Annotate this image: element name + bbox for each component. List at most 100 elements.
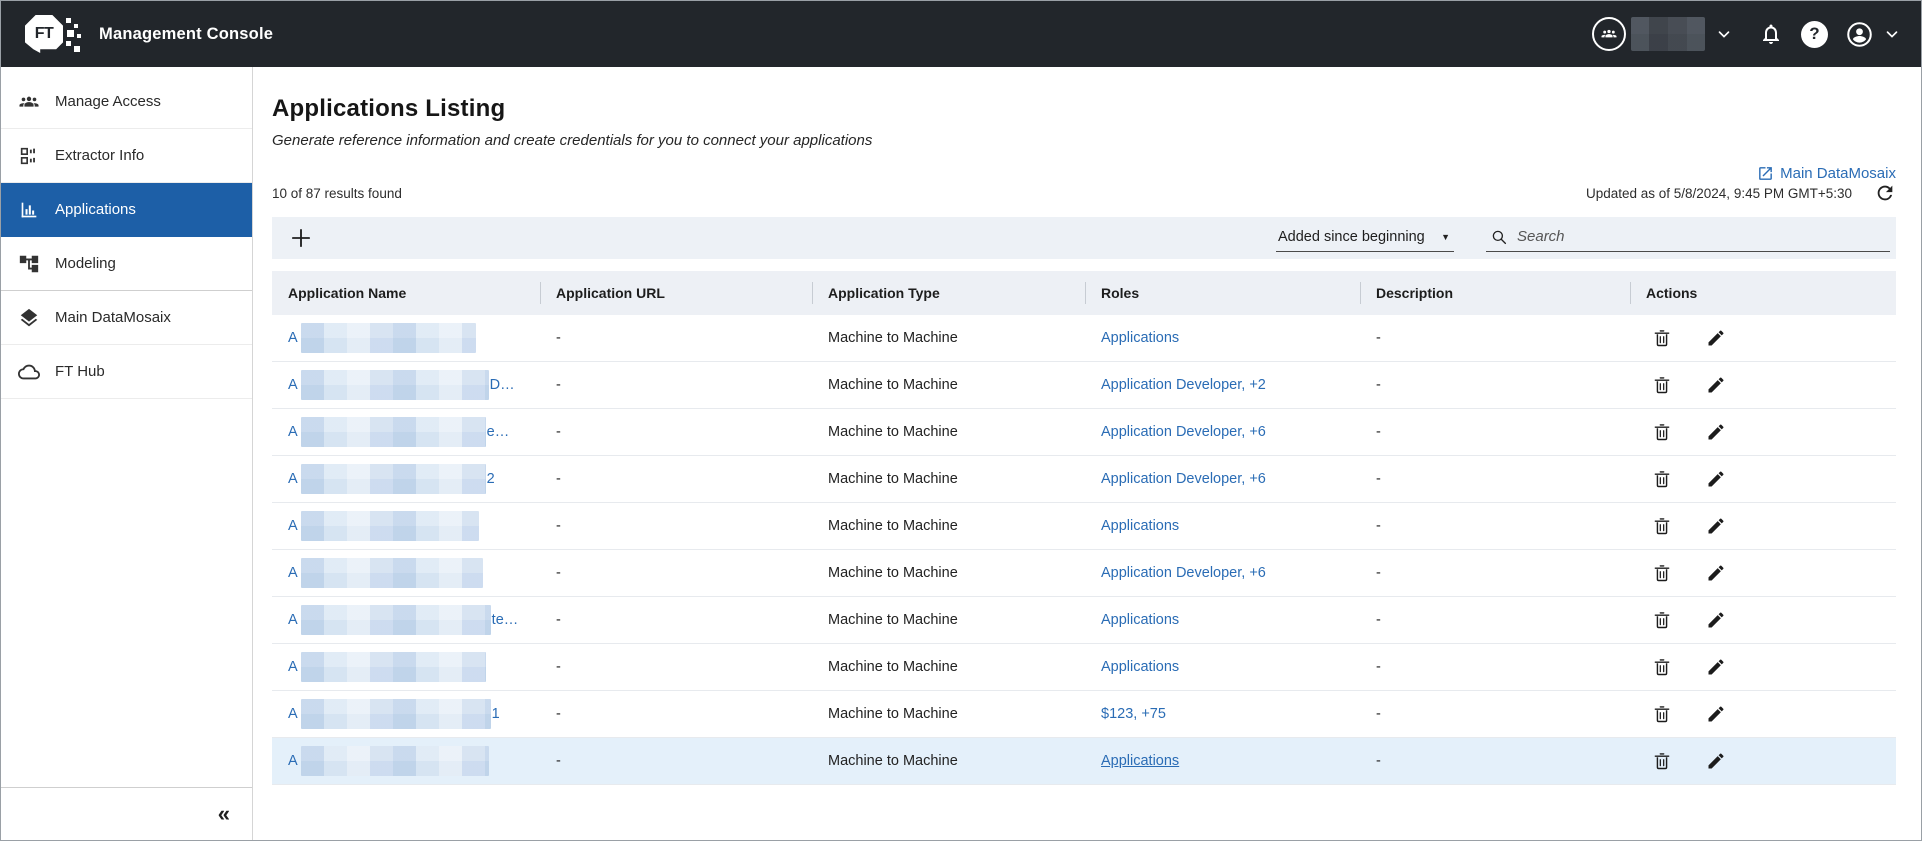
organization-icon[interactable]	[1592, 17, 1626, 51]
edit-button[interactable]	[1706, 328, 1726, 348]
trash-icon	[1652, 375, 1672, 395]
delete-button[interactable]	[1652, 516, 1672, 536]
page-title: Applications Listing	[272, 95, 1896, 123]
application-name-link[interactable]: A 2	[288, 464, 495, 494]
application-name-link[interactable]: A D…	[288, 370, 515, 400]
refresh-button[interactable]	[1874, 182, 1896, 204]
actions-cell	[1630, 610, 1896, 630]
add-application-button[interactable]	[288, 225, 314, 251]
roles-link[interactable]: Applications	[1101, 330, 1179, 346]
sidebar-item-modeling[interactable]: Modeling	[1, 237, 252, 291]
edit-button[interactable]	[1706, 563, 1726, 583]
pencil-icon	[1706, 610, 1726, 630]
redacted-application-name	[301, 511, 479, 541]
application-name-cell: A D…	[272, 370, 540, 400]
application-url-cell: -	[540, 706, 812, 722]
description-cell: -	[1360, 471, 1630, 487]
filter-selected-value: Added since beginning	[1278, 229, 1425, 245]
delete-button[interactable]	[1652, 751, 1672, 771]
delete-button[interactable]	[1652, 610, 1672, 630]
roles-link[interactable]: Applications	[1101, 518, 1179, 534]
sidebar: Manage Access Extractor Info Application…	[1, 67, 253, 840]
application-url-cell: -	[540, 753, 812, 769]
redacted-application-name	[301, 464, 486, 494]
application-name-cell: A	[272, 323, 540, 353]
description-cell: -	[1360, 424, 1630, 440]
roles-cell: Application Developer, +6	[1085, 565, 1360, 581]
edit-button[interactable]	[1706, 610, 1726, 630]
roles-link[interactable]: Application Developer, +6	[1101, 565, 1266, 581]
description-cell: -	[1360, 377, 1630, 393]
pencil-icon	[1706, 563, 1726, 583]
roles-link[interactable]: Application Developer, +2	[1101, 377, 1266, 393]
delete-button[interactable]	[1652, 657, 1672, 677]
people-icon	[18, 91, 40, 113]
application-name-link[interactable]: A	[288, 746, 490, 776]
application-type-cell: Machine to Machine	[812, 706, 1085, 722]
edit-button[interactable]	[1706, 751, 1726, 771]
edit-button[interactable]	[1706, 469, 1726, 489]
sidebar-item-manage-access[interactable]: Manage Access	[1, 75, 252, 129]
help-icon[interactable]: ?	[1801, 21, 1828, 48]
column-header-roles: Roles	[1085, 271, 1360, 315]
delete-button[interactable]	[1652, 422, 1672, 442]
application-name-link[interactable]: A e…	[288, 417, 509, 447]
ft-logo: FT	[21, 10, 85, 58]
sidebar-item-applications[interactable]: Applications	[1, 183, 252, 237]
search-input[interactable]	[1517, 228, 1888, 245]
sidebar-item-main-datamosaix[interactable]: Main DataMosaix	[1, 291, 252, 345]
account-icon[interactable]	[1846, 21, 1873, 48]
roles-cell: Application Developer, +2	[1085, 377, 1360, 393]
application-name-link[interactable]: A	[288, 323, 477, 353]
delete-button[interactable]	[1652, 469, 1672, 489]
sidebar-item-extractor-info[interactable]: Extractor Info	[1, 129, 252, 183]
roles-link[interactable]: Application Developer, +6	[1101, 424, 1266, 440]
edit-button[interactable]	[1706, 704, 1726, 724]
edit-button[interactable]	[1706, 516, 1726, 536]
delete-button[interactable]	[1652, 375, 1672, 395]
application-type-cell: Machine to Machine	[812, 330, 1085, 346]
roles-link[interactable]: Applications	[1101, 612, 1179, 628]
application-name-link[interactable]: A	[288, 652, 487, 682]
main-datamosaix-link[interactable]: Main DataMosaix	[1757, 165, 1896, 182]
delete-button[interactable]	[1652, 328, 1672, 348]
added-since-filter-select[interactable]: Added since beginning ▼	[1276, 225, 1454, 252]
application-name-link[interactable]: A 1	[288, 699, 500, 729]
updated-timestamp: Updated as of 5/8/2024, 9:45 PM GMT+5:30	[1586, 186, 1852, 201]
org-chevron-down-icon[interactable]	[1715, 25, 1733, 43]
search-box	[1486, 225, 1890, 252]
edit-button[interactable]	[1706, 657, 1726, 677]
edit-button[interactable]	[1706, 375, 1726, 395]
trash-icon	[1652, 657, 1672, 677]
account-chevron-down-icon[interactable]	[1883, 25, 1901, 43]
column-header-application-name: Application Name	[272, 271, 540, 315]
application-name-link[interactable]: A te…	[288, 605, 518, 635]
application-name-cell: A 1	[272, 699, 540, 729]
application-type-cell: Machine to Machine	[812, 518, 1085, 534]
table-row: A - Machine to Machine Application Devel…	[272, 550, 1896, 597]
roles-link[interactable]: Applications	[1101, 753, 1179, 769]
roles-link[interactable]: Application Developer, +6	[1101, 471, 1266, 487]
application-url-cell: -	[540, 659, 812, 675]
roles-cell: Application Developer, +6	[1085, 424, 1360, 440]
delete-button[interactable]	[1652, 563, 1672, 583]
roles-cell: Application Developer, +6	[1085, 471, 1360, 487]
sidebar-item-ft-hub[interactable]: FT Hub	[1, 345, 252, 399]
notifications-icon[interactable]	[1759, 22, 1783, 46]
table-row: A - Machine to Machine Applications -	[272, 738, 1896, 785]
collapse-sidebar-button[interactable]: «	[218, 803, 230, 825]
sidebar-item-label: Main DataMosaix	[55, 309, 171, 326]
trash-icon	[1652, 704, 1672, 724]
edit-button[interactable]	[1706, 422, 1726, 442]
application-name-link[interactable]: A	[288, 558, 484, 588]
application-url-cell: -	[540, 424, 812, 440]
sidebar-item-label: Extractor Info	[55, 147, 144, 164]
trash-icon	[1652, 751, 1672, 771]
roles-link[interactable]: Applications	[1101, 659, 1179, 675]
roles-link[interactable]: $123, +75	[1101, 706, 1166, 722]
table-row: A - Machine to Machine Applications -	[272, 503, 1896, 550]
actions-cell	[1630, 704, 1896, 724]
description-cell: -	[1360, 565, 1630, 581]
delete-button[interactable]	[1652, 704, 1672, 724]
application-name-link[interactable]: A	[288, 511, 480, 541]
